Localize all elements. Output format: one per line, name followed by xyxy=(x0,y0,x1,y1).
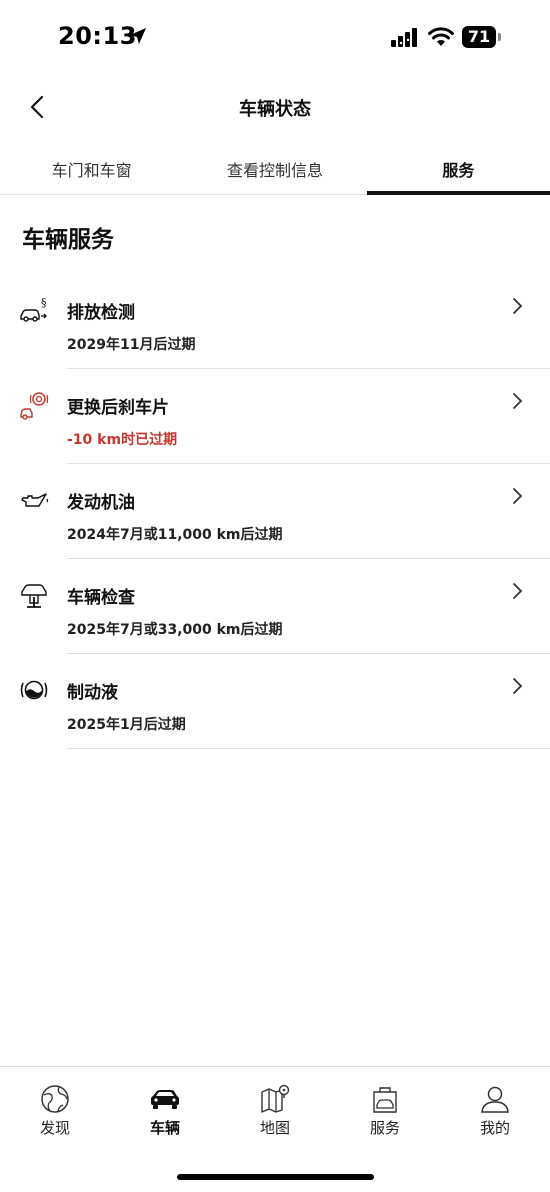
chevron-right-icon xyxy=(513,678,523,694)
tab-control-info[interactable]: 查看控制信息 xyxy=(183,148,366,194)
service-bag-icon xyxy=(373,1087,397,1113)
map-icon xyxy=(261,1084,290,1113)
brake-pad-icon xyxy=(20,392,49,420)
nav-label: 地图 xyxy=(259,1119,290,1137)
chevron-right-icon xyxy=(513,298,523,314)
home-indicator[interactable] xyxy=(177,1174,374,1180)
service-status: 2024年7月或11,000 km后过期 xyxy=(67,527,283,543)
oil-can-icon xyxy=(21,493,49,507)
service-name: 排放检测 xyxy=(67,303,135,323)
service-item-engine-oil[interactable]: 发动机油 2024年7月或11,000 km后过期 xyxy=(0,464,550,559)
emission-icon: § xyxy=(20,296,47,322)
divider xyxy=(67,748,550,749)
service-status-warning: -10 km时已过期 xyxy=(67,432,178,448)
profile-icon xyxy=(481,1086,509,1113)
svg-text:§: § xyxy=(41,296,47,309)
tab-doors-windows[interactable]: 车门和车窗 xyxy=(0,148,183,194)
service-item-vehicle-check[interactable]: 车辆检查 2025年7月或33,000 km后过期 xyxy=(0,559,550,654)
page-title: 车辆状态 xyxy=(239,99,311,120)
service-item-rear-brake-pads[interactable]: 更换后刹车片 -10 km时已过期 xyxy=(0,369,550,464)
nav-label: 服务 xyxy=(369,1119,400,1137)
service-item-emission[interactable]: § 排放检测 2029年11月后过期 xyxy=(0,274,550,369)
service-name: 制动液 xyxy=(67,683,118,703)
chevron-right-icon xyxy=(513,393,523,409)
status-time: 20:13 xyxy=(58,22,137,50)
section-title: 车辆服务 xyxy=(22,227,114,253)
service-list: § 排放检测 2029年11月后过期 更换后刹车片 -10 km时已过期 发动机… xyxy=(0,274,550,749)
location-arrow-icon xyxy=(130,28,146,44)
battery-level: 71 xyxy=(462,26,496,48)
service-name: 更换后刹车片 xyxy=(67,398,169,418)
nav-label: 我的 xyxy=(479,1119,510,1137)
status-bar: 20:13 71 xyxy=(0,0,550,74)
service-name: 发动机油 xyxy=(67,493,135,513)
car-icon xyxy=(151,1090,179,1109)
nav-item-profile[interactable]: 我的 xyxy=(440,1067,550,1192)
nav-label: 车辆 xyxy=(149,1119,180,1137)
car-lift-icon xyxy=(21,584,47,608)
tab-bar: 车门和车窗 查看控制信息 服务 xyxy=(0,148,550,195)
nav-header: 车辆状态 xyxy=(0,80,550,134)
battery-indicator: 71 xyxy=(462,26,502,48)
service-name: 车辆检查 xyxy=(67,588,135,608)
chevron-right-icon xyxy=(513,488,523,504)
battery-tip xyxy=(498,33,501,41)
service-status: 2025年1月后过期 xyxy=(67,717,186,733)
tab-service[interactable]: 服务 xyxy=(366,148,550,195)
brake-fluid-icon xyxy=(20,680,48,700)
nav-item-discover[interactable]: 发现 xyxy=(0,1067,110,1192)
cellular-signal-icon xyxy=(391,28,417,47)
nav-label: 发现 xyxy=(39,1119,70,1137)
wifi-icon xyxy=(428,27,454,46)
service-status: 2025年7月或33,000 km后过期 xyxy=(67,622,283,638)
chevron-right-icon xyxy=(513,583,523,599)
globe-icon xyxy=(41,1085,69,1113)
service-item-brake-fluid[interactable]: 制动液 2025年1月后过期 xyxy=(0,654,550,749)
service-status: 2029年11月后过期 xyxy=(67,337,196,353)
